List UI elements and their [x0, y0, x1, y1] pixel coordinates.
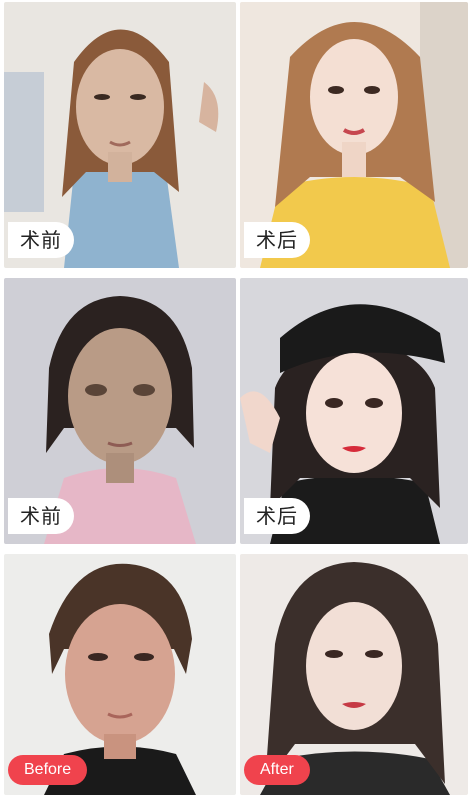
photo-panel-after-1: 术后 [240, 2, 468, 268]
photo-panel-before-3: Before [4, 554, 236, 795]
after-label: 术后 [244, 498, 310, 534]
after-label: 术后 [244, 222, 310, 258]
before-label: Before [8, 755, 88, 785]
before-after-grid: 术前 术后 术前 术后 Before After [0, 0, 471, 797]
photo-panel-before-1: 术前 [4, 2, 236, 268]
photo-panel-after-2: 术后 [240, 278, 468, 544]
before-label: 术前 [8, 222, 74, 258]
after-label: After [244, 755, 310, 785]
before-label: 术前 [8, 498, 74, 534]
photo-panel-after-3: After [240, 554, 468, 795]
photo-panel-before-2: 术前 [4, 278, 236, 544]
